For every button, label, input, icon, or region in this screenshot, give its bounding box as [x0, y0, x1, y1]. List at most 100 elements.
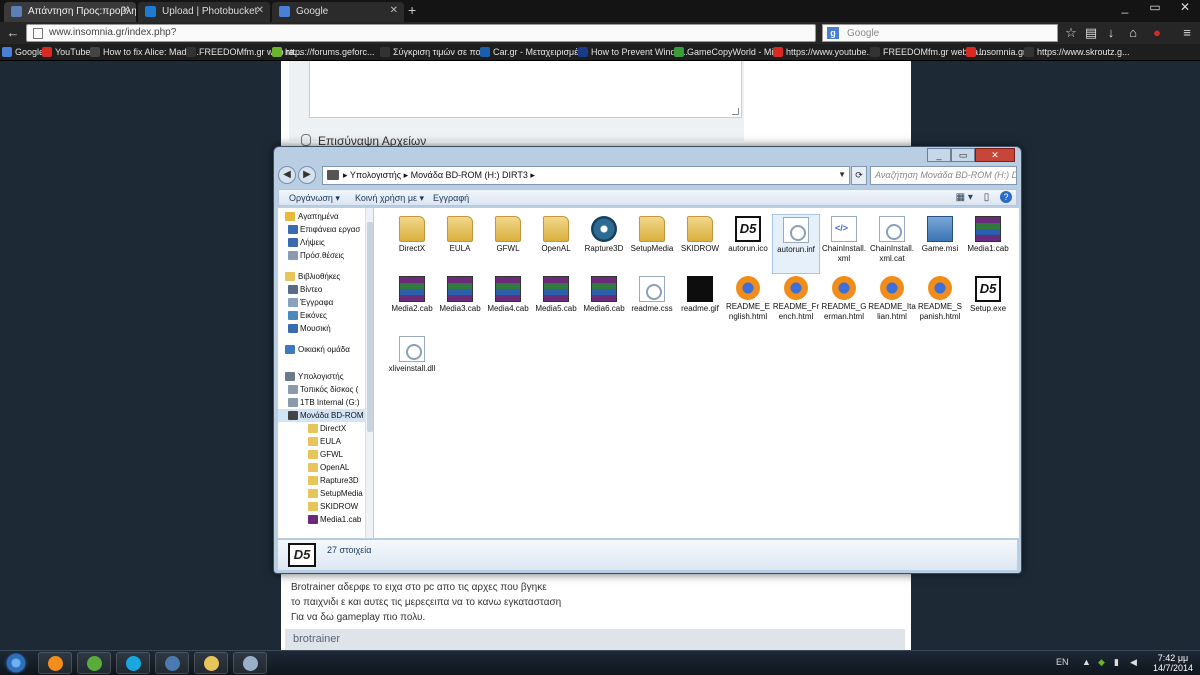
- help-icon[interactable]: ?: [1000, 191, 1012, 203]
- share-with-button[interactable]: Κοινή χρήση με ▾: [355, 193, 424, 204]
- file-item[interactable]: DirectX: [388, 214, 436, 274]
- close-tab-icon[interactable]: ✕: [256, 5, 264, 16]
- browser-tab[interactable]: Google ✕: [272, 2, 404, 22]
- back-icon[interactable]: ←: [4, 24, 22, 42]
- close-tab-icon[interactable]: ✕: [122, 5, 130, 16]
- file-item[interactable]: ChainInstall.xml.cat: [868, 214, 916, 274]
- view-mode-icon[interactable]: ▦ ▾: [956, 192, 973, 203]
- network-icon[interactable]: ▮: [1114, 657, 1119, 668]
- nav-item[interactable]: Rapture3D: [278, 474, 366, 487]
- file-item[interactable]: README_German.html: [820, 274, 868, 334]
- file-item[interactable]: Media6.cab: [580, 274, 628, 334]
- address-bar[interactable]: www.insomnia.gr/index.php?: [26, 24, 816, 42]
- explorer-address-bar[interactable]: ▸ Υπολογιστής ▸ Μονάδα BD-ROM (H:) DIRT3…: [322, 166, 850, 185]
- taskbar-app-notes[interactable]: [233, 652, 267, 674]
- explorer-minimize-button[interactable]: _: [927, 148, 951, 162]
- star-icon[interactable]: ☆: [1062, 24, 1080, 42]
- nav-item[interactable]: Επιφάνεια εργασ: [278, 223, 366, 236]
- nav-item[interactable]: SetupMedia: [278, 487, 366, 500]
- file-item[interactable]: README_English.html: [724, 274, 772, 334]
- breadcrumb-segment[interactable]: Μονάδα BD-ROM (H:) DIRT3: [411, 170, 528, 180]
- breadcrumb-segment[interactable]: Υπολογιστής: [350, 170, 401, 180]
- download-icon[interactable]: ↓: [1102, 24, 1120, 42]
- bookmark-item[interactable]: Google: [2, 47, 44, 57]
- bookmark-item[interactable]: GameCopyWorld - Mir...: [674, 47, 783, 57]
- addon-icon[interactable]: ●: [1148, 24, 1166, 42]
- taskbar-app-monitor[interactable]: [155, 652, 189, 674]
- new-tab-button[interactable]: +: [408, 2, 416, 18]
- bookmark-item[interactable]: YouTube: [42, 47, 90, 57]
- file-item[interactable]: ChainInstall.xml: [820, 214, 868, 274]
- file-item[interactable]: D5 Setup.exe: [964, 274, 1012, 334]
- home-icon[interactable]: ⌂: [1124, 24, 1142, 42]
- volume-icon[interactable]: ◀: [1130, 657, 1137, 668]
- start-button[interactable]: [4, 652, 28, 674]
- file-item[interactable]: Media4.cab: [484, 274, 532, 334]
- file-item[interactable]: OpenAL: [532, 214, 580, 274]
- taskbar-app-firefox[interactable]: [38, 652, 72, 674]
- forward-icon[interactable]: ▶: [298, 166, 316, 184]
- search-box[interactable]: g Google: [822, 24, 1058, 42]
- nav-item[interactable]: Λήψεις: [278, 236, 366, 249]
- nav-item[interactable]: Βίντεο: [278, 283, 366, 296]
- file-item[interactable]: EULA: [436, 214, 484, 274]
- file-item[interactable]: Media1.cab: [964, 214, 1012, 274]
- preview-pane-icon[interactable]: ▯: [984, 192, 990, 203]
- file-item[interactable]: Media3.cab: [436, 274, 484, 334]
- taskbar-app-explorer[interactable]: [194, 652, 228, 674]
- close-tab-icon[interactable]: ✕: [390, 5, 398, 16]
- bookmarks-icon[interactable]: ▤: [1082, 24, 1100, 42]
- nvidia-icon[interactable]: ◆: [1098, 657, 1105, 668]
- nav-item[interactable]: GFWL: [278, 448, 366, 461]
- scrollbar-thumb[interactable]: [367, 222, 373, 432]
- browser-tab[interactable]: Απάντηση Προς:προβλη... ✕: [4, 2, 136, 22]
- bookmark-item[interactable]: How to Prevent Windo...: [578, 47, 688, 57]
- explorer-search-input[interactable]: Αναζήτηση Μονάδα BD-ROM (H:) DI...: [870, 166, 1017, 185]
- browser-tab[interactable]: Upload | Photobucket ✕: [138, 2, 270, 22]
- nav-item[interactable]: SKIDROW: [278, 500, 366, 513]
- file-item[interactable]: Media5.cab: [532, 274, 580, 334]
- explorer-close-button[interactable]: ✕: [975, 148, 1015, 162]
- file-item[interactable]: xliveinstall.dll: [388, 334, 436, 394]
- nav-item[interactable]: Έγγραφα: [278, 296, 366, 309]
- nav-item[interactable]: EULA: [278, 435, 366, 448]
- maximize-button[interactable]: ▭: [1140, 0, 1170, 18]
- minimize-button[interactable]: _: [1110, 0, 1140, 18]
- nav-item[interactable]: Υπολογιστής: [278, 370, 366, 383]
- organize-button[interactable]: Οργάνωση ▾: [289, 193, 340, 204]
- taskbar-app-utorrent[interactable]: [77, 652, 111, 674]
- nav-item[interactable]: Media1.cab: [278, 513, 366, 526]
- file-item[interactable]: README_Spanish.html: [916, 274, 964, 334]
- nav-item[interactable]: Εικόνες: [278, 309, 366, 322]
- bookmark-item[interactable]: Σύγκριση τιμών σε πο...: [380, 47, 488, 57]
- nav-item[interactable]: Τοπικός δίσκος (: [278, 383, 366, 396]
- nav-item[interactable]: Αγαπημένα: [278, 210, 366, 223]
- bookmark-item[interactable]: https://www.skroutz.g...: [1024, 47, 1130, 57]
- nav-item[interactable]: Βιβλιοθήκες: [278, 270, 366, 283]
- close-button[interactable]: ✕: [1170, 0, 1200, 18]
- file-item[interactable]: autorun.inf: [772, 214, 820, 274]
- bookmark-item[interactable]: Insomnia.gr: [966, 47, 1026, 57]
- burn-button[interactable]: Εγγραφή: [433, 193, 469, 203]
- file-item[interactable]: SKIDROW: [676, 214, 724, 274]
- file-item[interactable]: README_French.html: [772, 274, 820, 334]
- bookmark-item[interactable]: How to fix Alice: Madn...: [90, 47, 199, 57]
- navigation-scrollbar[interactable]: [365, 208, 373, 538]
- resize-grip-icon[interactable]: [732, 108, 739, 115]
- bookmark-item[interactable]: https://forums.geforc...: [272, 47, 375, 57]
- file-item[interactable]: readme.css: [628, 274, 676, 334]
- file-item[interactable]: Game.msi: [916, 214, 964, 274]
- file-item[interactable]: README_Italian.html: [868, 274, 916, 334]
- reply-textarea[interactable]: [309, 61, 742, 118]
- bookmark-item[interactable]: Car.gr - Μεταχειρισμέ...: [480, 47, 586, 57]
- file-item[interactable]: D5 autorun.ico: [724, 214, 772, 274]
- nav-item[interactable]: DirectX: [278, 422, 366, 435]
- explorer-maximize-button[interactable]: ▭: [951, 148, 975, 162]
- chevron-down-icon[interactable]: ▼: [838, 170, 846, 179]
- nav-item[interactable]: Πρόσ.θέσεις: [278, 249, 366, 262]
- nav-item[interactable]: OpenAL: [278, 461, 366, 474]
- tray-arrow-icon[interactable]: ▲: [1082, 657, 1091, 667]
- file-item[interactable]: GFWL: [484, 214, 532, 274]
- nav-item[interactable]: 1TB Internal (G:): [278, 396, 366, 409]
- nav-item[interactable]: Οικιακή ομάδα: [278, 343, 366, 356]
